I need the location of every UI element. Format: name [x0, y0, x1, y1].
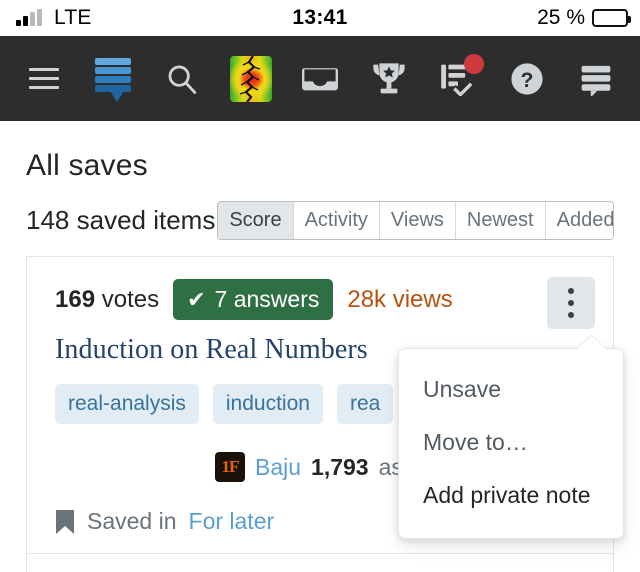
saved-in-label: Saved in	[87, 508, 177, 534]
votes-number: 169	[55, 285, 96, 313]
status-bar: LTE 13:41 25 %	[0, 0, 640, 36]
answers-label: 7 answers	[214, 286, 320, 312]
sort-tabs: Score Activity Views Newest Added	[217, 201, 614, 240]
question-stats-row: 169 votes ✔ 7 answers 28k views	[55, 279, 593, 320]
saved-items-count: 148 saved items	[26, 205, 216, 235]
svg-text:?: ?	[521, 67, 534, 91]
inbox-icon[interactable]	[294, 48, 346, 110]
notification-badge	[464, 53, 484, 74]
trophy-icon[interactable]	[363, 48, 415, 110]
page-content: All saves 148 saved items Score Activity…	[0, 149, 640, 572]
saved-item-card-next	[26, 553, 614, 572]
views-count: 28k views	[347, 285, 453, 313]
saved-list-link[interactable]: For later	[189, 508, 275, 535]
tag-item[interactable]: real-analysis	[55, 384, 199, 424]
tag-item[interactable]: induction	[212, 384, 323, 424]
top-navigation-bar: ?	[0, 36, 640, 121]
help-icon[interactable]: ?	[501, 48, 553, 110]
chat-icon[interactable]	[570, 48, 622, 110]
stack-exchange-logo[interactable]	[87, 48, 139, 110]
kebab-menu-icon[interactable]	[547, 277, 595, 329]
menu-item-add-private-note[interactable]: Add private note	[399, 469, 623, 522]
tab-views[interactable]: Views	[379, 202, 456, 239]
saved-items-list: 169 votes ✔ 7 answers 28k views Inductio…	[26, 256, 624, 572]
user-reputation: 1,793	[311, 453, 369, 480]
tag-item[interactable]: rea	[336, 384, 394, 424]
votes-count: 169 votes	[55, 286, 159, 314]
bookmark-icon	[56, 509, 74, 534]
battery-percent-label: 25 %	[537, 6, 585, 29]
menu-item-unsave[interactable]: Unsave	[399, 363, 623, 416]
status-right: 25 %	[537, 6, 631, 30]
user-avatar[interactable]: 1F	[215, 452, 245, 482]
search-icon[interactable]	[156, 48, 208, 110]
page-title: All saves	[26, 149, 148, 182]
review-icon[interactable]	[432, 48, 484, 110]
tab-added[interactable]: Added	[545, 202, 614, 239]
menu-item-move-to[interactable]: Move to…	[399, 416, 623, 469]
context-menu-popup: Unsave Move to… Add private note	[398, 348, 624, 539]
tab-activity[interactable]: Activity	[293, 202, 380, 239]
answers-badge: ✔ 7 answers	[173, 279, 334, 320]
avatar-icon[interactable]	[225, 48, 277, 110]
tab-newest[interactable]: Newest	[455, 202, 546, 239]
battery-icon	[592, 9, 631, 27]
subheader-row: 148 saved items Score Activity Views New…	[26, 201, 614, 240]
user-name-link[interactable]: Baju	[255, 454, 301, 481]
votes-label: votes	[101, 285, 160, 313]
hamburger-menu-icon[interactable]	[18, 48, 70, 110]
check-icon: ✔	[187, 286, 206, 312]
tab-score[interactable]: Score	[218, 202, 294, 239]
